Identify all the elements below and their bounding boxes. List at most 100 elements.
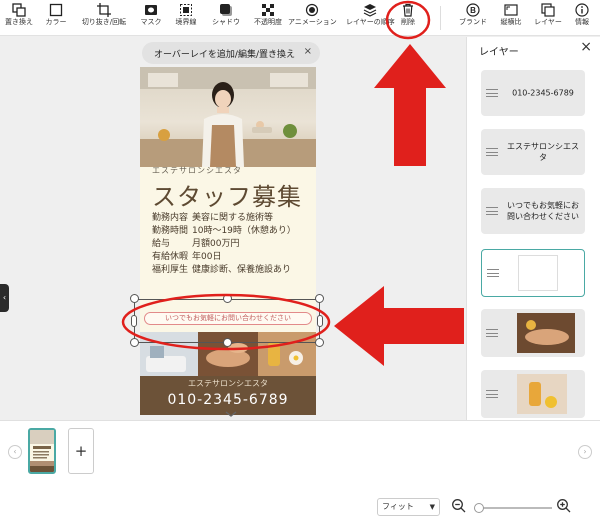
color-button[interactable]: カラー [32, 2, 80, 34]
collapse-panel-tab[interactable]: ‹ [0, 284, 9, 312]
layer-thumb-massage [517, 313, 575, 353]
staff-photo[interactable] [140, 67, 316, 167]
resize-handle[interactable] [223, 294, 232, 303]
phone-number[interactable]: 010-2345-6789 [140, 392, 316, 408]
layer-item-label: いつでもお気軽にお問い合わせください [507, 201, 579, 221]
resize-handle[interactable] [317, 315, 323, 327]
replace-image-icon [12, 3, 26, 17]
zoom-slider-knob[interactable] [474, 503, 484, 513]
selection-frame[interactable] [134, 299, 320, 343]
resize-handle[interactable] [315, 294, 324, 303]
detail-value: 健康診断、保養施設あり [192, 265, 292, 275]
detail-row[interactable]: 福利厚生 健康診断、保養施設あり [152, 262, 291, 275]
drag-handle-icon[interactable] [486, 390, 498, 398]
opacity-label: 不透明度 [254, 18, 282, 26]
page-thumbnail-preview [30, 430, 54, 472]
detail-value: 10時～19時（休憩あり） [192, 226, 296, 236]
crop-button[interactable]: 切り抜き/回転 [80, 2, 128, 34]
layer-item[interactable] [481, 370, 585, 418]
delete-button[interactable]: 削除 [384, 2, 432, 34]
mask-icon [145, 5, 157, 15]
detail-key: 勤務内容 [152, 213, 189, 223]
drag-handle-icon[interactable] [486, 207, 498, 215]
resize-handle[interactable] [315, 338, 324, 347]
layer-item-selected[interactable] [481, 249, 585, 297]
drag-handle-icon[interactable] [486, 329, 498, 337]
layer-thumb-oil [517, 374, 567, 414]
layer-item[interactable]: エステサロンシエスタ [481, 129, 585, 175]
drag-handle-icon[interactable] [486, 89, 498, 97]
layer-thumb-blank [518, 255, 558, 291]
add-page-button[interactable]: + [68, 428, 94, 474]
salon-subtitle[interactable]: エステサロンシエスタ [152, 165, 242, 176]
overlay-edit-bar[interactable]: オーバーレイを追加/編集/置き換え × [142, 42, 320, 64]
animation-label: アニメーション [288, 18, 337, 26]
layer-item[interactable] [481, 309, 585, 357]
chevron-down-icon[interactable] [221, 409, 241, 419]
canvas-area: オーバーレイを追加/編集/置き換え × ‹ エステサロンシエスタ スタッフ募集 … [0, 37, 466, 420]
zoom-out-icon[interactable] [451, 498, 467, 514]
detail-row[interactable]: 勤務時間 10時～19時（休憩あり） [152, 223, 296, 236]
staff-photo-illustration [140, 67, 316, 167]
drag-handle-icon[interactable] [487, 269, 499, 277]
zoom-slider[interactable] [474, 503, 552, 513]
info-label: 情報 [575, 18, 589, 26]
zoom-fit-select[interactable]: フィット ▼ [377, 498, 440, 516]
zoom-bar: フィット ▼ [0, 494, 600, 521]
footer-salon-name[interactable]: エステサロンシエスタ [140, 378, 316, 389]
trash-icon [403, 3, 413, 17]
layer-stack-icon [363, 4, 377, 17]
layer-item[interactable]: 010-2345-6789 [481, 70, 585, 116]
info-button[interactable]: 情報 [558, 2, 600, 34]
layers-close-icon[interactable]: × [580, 39, 592, 55]
toolbar-divider [440, 6, 441, 30]
overlay-close-icon[interactable]: × [304, 46, 312, 57]
crop-icon [97, 3, 111, 17]
zoom-fit-label: フィット [382, 502, 414, 511]
prev-page-arrow-icon[interactable]: ‹ [8, 445, 22, 459]
layer-item-label: 010-2345-6789 [512, 88, 574, 98]
detail-key: 有給休暇 [152, 252, 189, 262]
recruit-title[interactable]: スタッフ募集 [152, 177, 302, 212]
brand-b-icon: B [466, 3, 480, 17]
detail-key: 勤務時間 [152, 226, 189, 236]
resize-handle[interactable] [223, 338, 232, 347]
overlay-edit-text[interactable]: オーバーレイを追加/編集/置き換え [154, 47, 295, 60]
layers-icon [541, 3, 555, 17]
detail-key: 給与 [152, 239, 171, 249]
toolbar: 置き換え カラー 切り抜き/回転 マスク 境界線 シャドウ 不透明度 アニメーシ… [0, 0, 600, 36]
resize-handle[interactable] [130, 338, 139, 347]
color-label: カラー [45, 18, 67, 26]
layers-panel: レイヤー × 010-2345-6789 エステサロンシエスタ いつでもお気軽に… [466, 37, 600, 420]
design-page[interactable]: エステサロンシエスタ スタッフ募集 勤務内容 美容に関する施術等 勤務時間 10時～… [140, 67, 316, 415]
resize-handle[interactable] [131, 315, 137, 327]
resize-handle[interactable] [130, 294, 139, 303]
shadow-label: シャドウ [212, 18, 240, 26]
delete-label: 削除 [401, 18, 415, 26]
detail-value: 年00日 [192, 252, 222, 262]
zoom-in-icon[interactable] [556, 498, 572, 514]
detail-value: 月額00万円 [192, 239, 240, 249]
crop-label: 切り抜き/回転 [81, 18, 127, 26]
detail-row[interactable]: 給与 月額00万円 [152, 236, 239, 249]
drag-handle-icon[interactable] [486, 148, 498, 156]
aspect-ratio-icon [504, 4, 518, 16]
detail-row[interactable]: 有給休暇 年00日 [152, 249, 221, 262]
detail-value: 美容に関する施術等 [192, 213, 274, 223]
detail-row[interactable]: 勤務内容 美容に関する施術等 [152, 210, 273, 223]
page-thumbnail[interactable] [28, 428, 56, 474]
opacity-button[interactable]: 不透明度 [244, 2, 292, 34]
next-page-arrow-icon[interactable]: › [578, 445, 592, 459]
color-square-icon [49, 3, 63, 17]
shadow-button[interactable]: シャドウ [202, 2, 250, 34]
svg-text:B: B [470, 6, 476, 15]
animation-button[interactable]: アニメーション [288, 2, 337, 34]
shadow-icon [220, 4, 232, 16]
detail-key: 福利厚生 [152, 265, 189, 275]
layers-panel-title: レイヤー [479, 47, 519, 58]
info-icon [575, 3, 589, 17]
border-icon [180, 4, 192, 16]
layer-item[interactable]: いつでもお気軽にお問い合わせください [481, 188, 585, 234]
pages-strip: ‹ + › [0, 420, 600, 494]
caret-down-icon: ▼ [429, 503, 435, 511]
